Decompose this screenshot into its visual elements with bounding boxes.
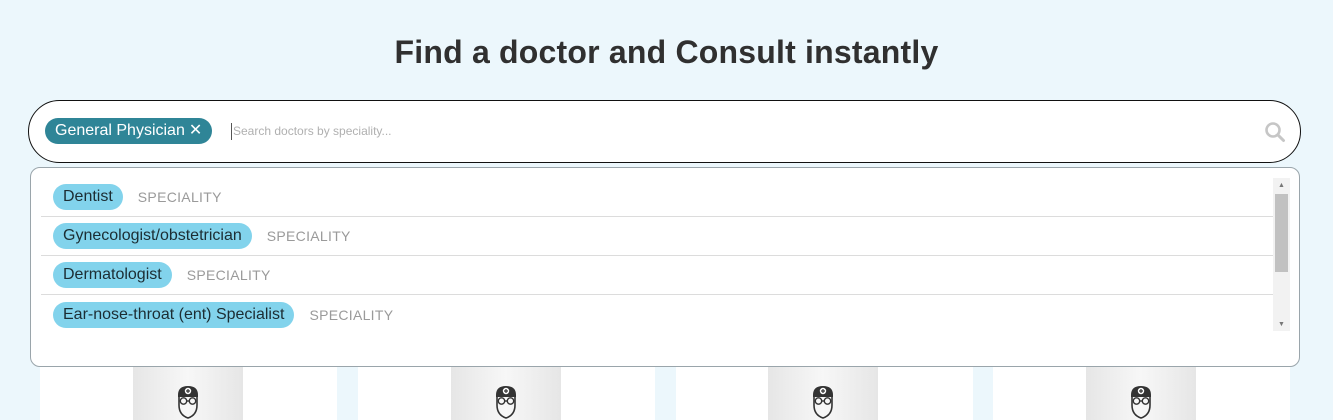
speciality-type-label: SPECIALITY: [186, 267, 271, 283]
dropdown-scrollbar[interactable]: ▲ ▼: [1273, 178, 1290, 331]
scrollbar-thumb[interactable]: [1275, 194, 1288, 272]
doctor-avatar-icon: [1131, 386, 1151, 419]
chip-remove-icon[interactable]: ✕: [189, 123, 202, 139]
suggestion-item-dentist[interactable]: Dentist SPECIALITY: [41, 178, 1274, 217]
speciality-chip: Gynecologist/obstetrician: [53, 223, 252, 249]
page-title: Find a doctor and Consult instantly: [394, 34, 939, 70]
selected-speciality-chip: General Physician ✕: [45, 118, 213, 144]
doctor-card[interactable]: [358, 367, 655, 420]
doctor-card[interactable]: [676, 367, 973, 420]
suggestions-list: Dentist SPECIALITY Gynecologist/obstetri…: [41, 178, 1274, 334]
speciality-chip: Dermatologist: [53, 262, 172, 288]
speciality-type-label: SPECIALITY: [309, 306, 394, 323]
search-input[interactable]: [231, 116, 1241, 146]
doctor-cards-row: [0, 367, 1333, 420]
find-doctor-page: Find a doctor and Consult instantly Gene…: [0, 0, 1333, 420]
search-icon[interactable]: [1264, 121, 1286, 143]
suggestion-item-dermatologist[interactable]: Dermatologist SPECIALITY: [41, 256, 1274, 295]
doctor-card[interactable]: [993, 367, 1290, 420]
doctor-avatar-icon: [496, 386, 516, 419]
doctor-photo: [1086, 367, 1196, 420]
speciality-type-label: SPECIALITY: [137, 189, 222, 205]
doctor-avatar-icon: [813, 386, 833, 419]
speciality-chip: Dentist: [53, 184, 123, 210]
doctor-photo: [451, 367, 561, 420]
doctor-card[interactable]: [40, 367, 337, 420]
suggestion-item-ent-specialist[interactable]: Ear-nose-throat (ent) Specialist SPECIAL…: [41, 295, 1274, 334]
speciality-search-bar[interactable]: General Physician ✕: [28, 100, 1301, 163]
scroll-up-arrow-icon[interactable]: ▲: [1273, 178, 1290, 192]
scroll-down-arrow-icon[interactable]: ▼: [1273, 317, 1290, 331]
suggestion-item-gynecologist[interactable]: Gynecologist/obstetrician SPECIALITY: [41, 217, 1274, 256]
speciality-suggestions-dropdown: Dentist SPECIALITY Gynecologist/obstetri…: [30, 167, 1300, 367]
doctor-avatar-icon: [178, 386, 198, 419]
doctor-photo: [133, 367, 243, 420]
doctor-photo: [768, 367, 878, 420]
speciality-chip: Ear-nose-throat (ent) Specialist: [53, 301, 295, 328]
speciality-type-label: SPECIALITY: [266, 228, 351, 244]
selected-chip-label: General Physician: [55, 122, 185, 139]
